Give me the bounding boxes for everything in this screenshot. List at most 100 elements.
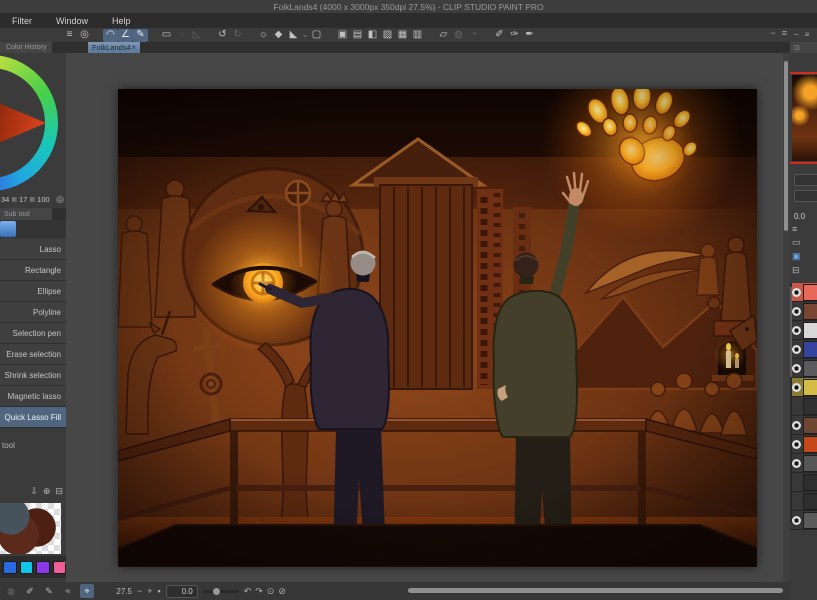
toolbar-icon[interactable]: ∠ <box>118 29 133 42</box>
subtool-action-icon[interactable]: ⇩ <box>30 486 38 497</box>
toolbar-icon[interactable]: ◌ <box>174 29 189 42</box>
footer-tool-icon[interactable]: ◍ <box>4 584 18 598</box>
zoom-in-button[interactable]: + <box>147 586 152 596</box>
layer-blend-dropdown[interactable] <box>794 174 817 186</box>
color-picker-icon[interactable]: ◎ <box>56 194 64 205</box>
subtool-item[interactable]: Polyline <box>0 302 66 323</box>
layer-thumbnail[interactable] <box>803 398 817 415</box>
toolbar-icon[interactable]: ◺ <box>189 29 204 42</box>
toolbar-icon[interactable]: ▭ <box>159 29 174 42</box>
flip-icon[interactable]: ⊘ <box>278 586 286 597</box>
layer-thumbnail[interactable] <box>803 360 817 377</box>
layer-panel-icon[interactable]: ≡ <box>792 224 801 234</box>
layer-panel-icon[interactable]: ▭ <box>792 237 801 248</box>
subtool-action-icon[interactable]: ⊕ <box>43 486 51 497</box>
toolbar-icon[interactable]: ✐ <box>492 29 507 42</box>
toolbar-icon[interactable]: ⌄ <box>301 29 309 42</box>
layer-thumbnail[interactable] <box>803 512 817 529</box>
color-swatch[interactable] <box>36 561 50 574</box>
subtool-item[interactable]: Rectangle <box>0 260 66 281</box>
layer-row[interactable] <box>790 397 817 416</box>
toolbar-icon[interactable]: ▢ <box>309 29 324 42</box>
subtool-item[interactable]: Selection pen <box>0 323 66 344</box>
zoom-out-button[interactable]: − <box>137 586 142 596</box>
brush-tip-preview[interactable] <box>0 503 61 554</box>
selected-tool-icon[interactable] <box>0 221 16 237</box>
subtool-item[interactable]: Quick Lasso Fill <box>0 407 66 428</box>
layer-row[interactable] <box>790 473 817 492</box>
toolbar-control-icon[interactable]: ≡ <box>782 28 787 38</box>
layer-thumbnail[interactable] <box>803 322 817 339</box>
subtool-item[interactable]: Magnetic lasso <box>0 386 66 407</box>
close-tab-icon[interactable]: × <box>131 43 136 52</box>
document-tab[interactable]: FolkLands4 × <box>88 42 140 53</box>
layer-row[interactable] <box>790 302 817 321</box>
canvas-horizontal-scrollbar[interactable] <box>408 588 783 593</box>
right-dock-header-icon[interactable]: − <box>794 30 799 39</box>
layer-thumbnail[interactable] <box>803 341 817 358</box>
subtool-item[interactable]: Shrink selection <box>0 365 66 386</box>
layer-row[interactable] <box>790 340 817 359</box>
layer-panel-icon[interactable]: ▣ <box>792 251 801 262</box>
toolbar-icon[interactable]: ◍ <box>451 29 466 42</box>
menu-item[interactable]: Window <box>44 13 100 28</box>
layer-thumbnail[interactable] <box>803 455 817 472</box>
layer-row[interactable] <box>790 454 817 473</box>
toolbar-icon[interactable]: ≡ <box>62 29 77 42</box>
layer-row[interactable] <box>790 416 817 435</box>
layer-row[interactable] <box>790 359 817 378</box>
toolbar-icon[interactable]: ✎ <box>133 29 148 42</box>
color-swatch[interactable] <box>3 561 17 574</box>
toolbar-icon[interactable]: ✒ <box>522 29 537 42</box>
footer-tool-icon[interactable]: ⌖ <box>80 584 94 598</box>
layer-thumbnail[interactable] <box>803 493 817 510</box>
toolbar-icon[interactable]: ◆ <box>271 29 286 42</box>
layer-row[interactable] <box>790 283 817 302</box>
subtool-panel-tab[interactable]: Sub tool <box>0 208 52 220</box>
toolbar-icon[interactable]: ◠ <box>103 29 118 42</box>
toolbar-icon[interactable]: ↻ <box>230 29 245 42</box>
toolbar-icon[interactable]: ▨ <box>380 29 395 42</box>
rotation-slider[interactable] <box>203 590 239 593</box>
canvas-vertical-scrollbar[interactable] <box>783 53 790 582</box>
color-history-panel-tab[interactable]: Color History <box>0 42 52 53</box>
subtool-item[interactable]: Ellipse <box>0 281 66 302</box>
layer-row[interactable] <box>790 435 817 454</box>
footer-tool-icon[interactable]: ✐ <box>23 584 37 598</box>
layer-thumbnail[interactable] <box>803 474 817 491</box>
toolbar-control-icon[interactable]: − <box>770 28 775 38</box>
menu-item[interactable]: Filter <box>0 13 44 28</box>
toolbar-icon[interactable]: ☼ <box>256 29 271 42</box>
layer-thumbnail[interactable] <box>803 303 817 320</box>
toolbar-icon[interactable]: ▱ <box>436 29 451 42</box>
layer-row[interactable] <box>790 321 817 340</box>
rotate-left-icon[interactable]: ↶ <box>244 586 252 597</box>
toolbar-icon[interactable]: ✑ <box>507 29 522 42</box>
document-canvas[interactable] <box>118 89 757 567</box>
rotate-right-icon[interactable]: ↷ <box>255 586 263 597</box>
toolbar-icon[interactable]: ◣ <box>286 29 301 42</box>
layer-thumbnail[interactable] <box>803 417 817 434</box>
layer-thumbnail[interactable] <box>803 436 817 453</box>
footer-tool-icon[interactable]: ✎ <box>42 584 56 598</box>
subtool-item[interactable]: Erase selection <box>0 344 66 365</box>
toolbar-icon[interactable]: ◔ <box>466 29 481 42</box>
layer-row[interactable] <box>790 378 817 397</box>
layer-row[interactable] <box>790 511 817 530</box>
menu-item[interactable]: Help <box>100 13 143 28</box>
color-swatch[interactable] <box>20 561 34 574</box>
reset-rotation-icon[interactable]: ⊙ <box>267 586 275 597</box>
toolbar-icon[interactable]: ◧ <box>365 29 380 42</box>
subtool-action-icon[interactable]: ⊟ <box>55 486 63 497</box>
toolbar-icon[interactable]: ↺ <box>215 29 230 42</box>
subtool-item[interactable]: Lasso <box>0 239 66 260</box>
layer-opacity-field[interactable] <box>794 190 817 202</box>
fit-screen-button[interactable]: ▪ <box>158 586 161 596</box>
toolbar-icon[interactable]: ▦ <box>395 29 410 42</box>
layer-row[interactable] <box>790 492 817 511</box>
footer-tool-icon[interactable]: ≈ <box>61 584 75 598</box>
navigator-panel-tab[interactable]: ⊡ <box>790 42 817 53</box>
vertical-scrollbar-thumb[interactable] <box>784 61 788 231</box>
layer-panel-icon[interactable]: ⊟ <box>792 265 801 276</box>
toolbar-icon[interactable]: ▥ <box>410 29 425 42</box>
